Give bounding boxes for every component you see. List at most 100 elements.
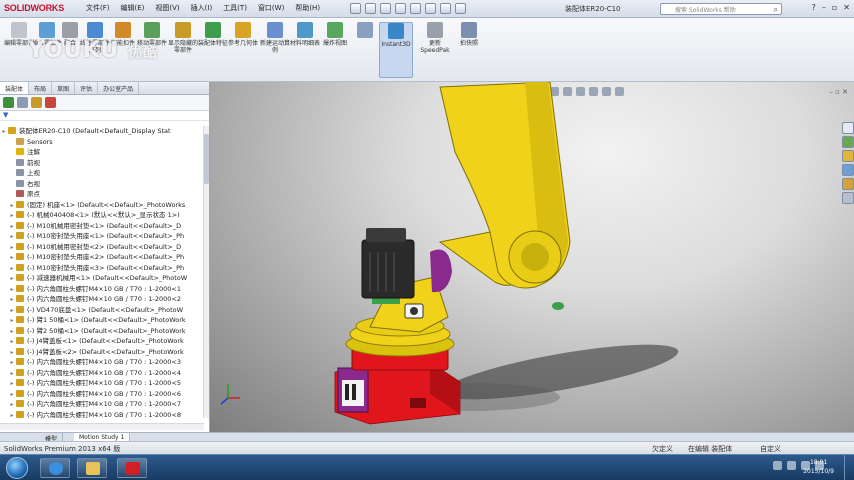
close-icon[interactable]: ✕	[843, 3, 850, 12]
tab-evaluate[interactable]: 评估	[75, 82, 99, 94]
tree-item-icon	[16, 295, 24, 302]
configuration-manager-icon[interactable]	[31, 97, 42, 108]
update-speedpak-button[interactable]: 更新 SpeedPak	[418, 22, 452, 78]
tree-item[interactable]: ▸ (-) J4臂盖板<2> (Default<<Default>_PhotoWo…	[0, 347, 204, 358]
tree-item[interactable]: ▸ (-) 机械040408<1> (默认<<默认>_显示状态 1>)	[0, 210, 204, 221]
take-snapshot-button[interactable]: 拍快照	[452, 22, 486, 78]
viewport-window-controls[interactable]: – ▫ ✕	[829, 88, 848, 96]
taskbar-clock[interactable]: 18:01 2015/10/9	[803, 458, 834, 476]
scroll-thumb[interactable]	[204, 134, 209, 184]
property-manager-icon[interactable]	[17, 97, 28, 108]
instant3d-button[interactable]: Instant3D	[379, 22, 413, 78]
file-explorer-icon[interactable]	[842, 150, 854, 162]
help-icon[interactable]: ?	[812, 3, 816, 12]
tree-item[interactable]: ▸ (-) M10密封垫头用座<3> (Default<<Default>_Ph	[0, 263, 204, 274]
open-icon[interactable]	[365, 3, 376, 14]
help-search-input[interactable]: 搜索 SolidWorks 帮助 ⌕	[660, 3, 782, 15]
tree-item[interactable]: ▸ (-) M10密封垫头用座<2> (Default<<Default>_Ph	[0, 252, 204, 263]
flag-icon[interactable]	[787, 461, 796, 470]
tree-item[interactable]: 右视	[0, 179, 204, 190]
tree-item[interactable]: ▸ (-) 内六角圆柱头螺钉M4×10 GB / T70 : 1-2000<5	[0, 378, 204, 389]
tree-item[interactable]: ▸ (-) 内六角圆柱头螺钉M4×10 GB / T70 : 1-2000<8	[0, 410, 204, 419]
menu-insert[interactable]: 插入(I)	[191, 3, 213, 13]
print-icon[interactable]	[395, 3, 406, 14]
tree-item[interactable]: ▸ (-) 内六角圆柱头螺钉M4×10 GB / T70 : 1-2000<2	[0, 294, 204, 305]
rebuild-icon[interactable]	[440, 3, 451, 14]
tree-item[interactable]: ▸ (-) 减速器机械用<1> (Default<<Default>_PhotoW	[0, 273, 204, 284]
tree-item[interactable]: ▸ (-) 臂1 50桶<1> (Default<<Default>_PhotoW…	[0, 315, 204, 326]
tree-item[interactable]: ▸ (-) M10机械用密封垫<1> (Default<<Default>_D	[0, 221, 204, 232]
tree-filter[interactable]: ▼	[0, 111, 209, 121]
tab-assembly[interactable]: 装配体	[0, 82, 30, 94]
tree-item-label: (-) 内六角圆柱头螺钉M4×10 GB / T70 : 1-2000<5	[27, 379, 181, 387]
menu-edit[interactable]: 编辑(E)	[121, 3, 145, 13]
taskbar-explorer-button[interactable]	[77, 458, 107, 478]
robot-arm-model[interactable]	[320, 82, 700, 432]
status-units[interactable]: 自定义	[760, 444, 781, 454]
resources-icon[interactable]	[842, 122, 854, 134]
options-icon[interactable]	[455, 3, 466, 14]
search-icon[interactable]: ⌕	[774, 5, 778, 15]
tree-item[interactable]: Sensors	[0, 137, 204, 148]
tree-item[interactable]: ▸ (固定) 机座<1> (Default<<Default>_PhotoWork…	[0, 200, 204, 211]
custom-properties-icon[interactable]	[842, 192, 854, 204]
menu-help[interactable]: 帮助(H)	[295, 3, 320, 13]
menu-window[interactable]: 窗口(W)	[258, 3, 284, 13]
graphics-viewport[interactable]: – ▫ ✕	[210, 82, 854, 432]
taskbar-ie-button[interactable]	[40, 458, 70, 478]
tab-layout[interactable]: 布局	[29, 82, 53, 94]
tree-item[interactable]: ▸ (-) 臂2 50桶<1> (Default<<Default>_PhotoW…	[0, 326, 204, 337]
bill-of-materials-button[interactable]: 材料明细表	[288, 22, 322, 78]
appearances-icon[interactable]	[842, 178, 854, 190]
menu-tools[interactable]: 工具(T)	[223, 3, 247, 13]
menu-view[interactable]: 视图(V)	[155, 3, 179, 13]
restore-icon[interactable]: ▫	[832, 3, 837, 12]
minimize-icon[interactable]: –	[822, 3, 826, 12]
tree-item[interactable]: ▸ (-) 内六角圆柱头螺钉M4×10 GB / T70 : 1-2000<4	[0, 368, 204, 379]
keyboard-icon[interactable]	[773, 461, 782, 470]
assembly-features-button[interactable]: 装配体特征	[196, 22, 230, 78]
tree-item[interactable]: ▸ (-) M10密封垫头用座<1> (Default<<Default>_Ph	[0, 231, 204, 242]
tab-sketch[interactable]: 草图	[52, 82, 76, 94]
explode-line-sketch-button[interactable]	[348, 22, 382, 78]
edit-component-icon	[11, 22, 27, 38]
tree-item[interactable]: ▸ (-) J4臂盖板<1> (Default<<Default>_PhotoWo…	[0, 336, 204, 347]
start-button[interactable]	[6, 457, 28, 479]
show-desktop-button[interactable]	[844, 455, 854, 480]
feature-manager-icon[interactable]	[3, 97, 14, 108]
tree-item[interactable]: 前视	[0, 158, 204, 169]
tree-item-label: (-) VD470底盘<1> (Default<<Default>_PhotoW	[27, 305, 184, 314]
tree-item[interactable]: 原点	[0, 189, 204, 200]
tree-item[interactable]: ▸ (-) 内六角圆柱头螺钉M4×10 GB / T70 : 1-2000<6	[0, 389, 204, 400]
save-icon[interactable]	[380, 3, 391, 14]
tree-root-item[interactable]: ▸ 装配体ER20-C10 (Default<Default_Display St…	[0, 126, 204, 137]
tab-office-products[interactable]: 办公室产品	[98, 82, 140, 94]
reference-geometry-icon	[235, 22, 251, 38]
tree-horizontal-scrollbar[interactable]	[0, 423, 204, 430]
show-hidden-components-button[interactable]: 显示隐藏的零部件	[166, 22, 200, 78]
feature-tree: ▸ 装配体ER20-C10 (Default<Default_Display St…	[0, 126, 204, 418]
tree-item[interactable]: ▸ (-) M10机械用密封垫<2> (Default<<Default>_D	[0, 242, 204, 253]
tree-item[interactable]: 上视	[0, 168, 204, 179]
menu-bar: 文件(F) 编辑(E) 视图(V) 插入(I) 工具(T) 窗口(W) 帮助(H…	[86, 3, 320, 13]
exploded-view-button[interactable]: 爆炸视图	[318, 22, 352, 78]
tree-item[interactable]: ▸ (-) 内六角圆柱头螺钉M4×10 GB / T70 : 1-2000<7	[0, 399, 204, 410]
tree-item[interactable]: ▸ (-) 内六角圆柱头螺钉M4×10 GB / T70 : 1-2000<1	[0, 284, 204, 295]
expand-toggle-icon[interactable]: ▸	[8, 411, 16, 419]
view-palette-icon[interactable]	[842, 164, 854, 176]
reference-geometry-button[interactable]: 参考几何体	[226, 22, 260, 78]
new-motion-study-button[interactable]: 新建运动算例	[258, 22, 292, 78]
tree-item[interactable]: 注解	[0, 147, 204, 158]
undo-icon[interactable]	[410, 3, 421, 14]
tree-vertical-scrollbar[interactable]	[203, 126, 209, 418]
menu-file[interactable]: 文件(F)	[86, 3, 110, 13]
design-library-icon[interactable]	[842, 136, 854, 148]
display-manager-icon[interactable]	[45, 97, 56, 108]
select-icon[interactable]	[425, 3, 436, 14]
tree-item-icon	[16, 179, 24, 187]
internet-explorer-icon	[49, 462, 63, 475]
taskbar-solidworks-button[interactable]	[117, 458, 147, 478]
tree-item[interactable]: ▸ (-) VD470底盘<1> (Default<<Default>_Photo…	[0, 305, 204, 316]
new-document-icon[interactable]	[350, 3, 361, 14]
tree-item[interactable]: ▸ (-) 内六角圆柱头螺钉M4×10 GB / T70 : 1-2000<3	[0, 357, 204, 368]
